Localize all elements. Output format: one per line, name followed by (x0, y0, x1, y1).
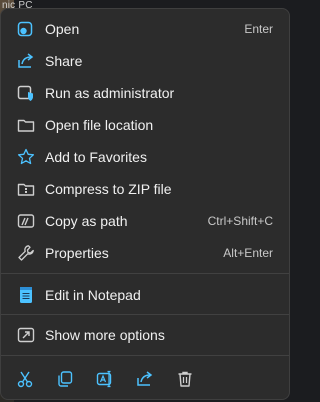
copy-icon (56, 370, 74, 393)
share-button[interactable] (131, 367, 159, 395)
share-icon (136, 370, 154, 393)
menu-item-label: Add to Favorites (45, 149, 147, 165)
delete-button[interactable] (171, 367, 199, 395)
cut-icon (16, 370, 34, 393)
menu-separator (1, 314, 289, 315)
menu-item-label: Run as administrator (45, 85, 175, 101)
menu-item-label: Copy as path (45, 213, 128, 229)
star-icon (17, 148, 35, 166)
menu-item-shortcut: Enter (244, 22, 273, 36)
copy-path-icon (17, 212, 35, 230)
menu-item-label: Properties (45, 245, 109, 261)
menu-item-compress-zip[interactable]: Compress to ZIP file (7, 174, 285, 204)
delete-icon (176, 370, 194, 393)
admin-shield-icon (17, 84, 35, 102)
menu-item-label: Show more options (45, 327, 165, 343)
menu-item-add-to-favorites[interactable]: Add to Favorites (7, 142, 285, 172)
wrench-icon (17, 244, 35, 262)
cut-button[interactable] (11, 367, 39, 395)
menu-item-run-as-admin[interactable]: Run as administrator (7, 78, 285, 108)
menu-separator (1, 355, 289, 356)
rename-icon (96, 370, 114, 393)
menu-item-label: Open file location (45, 117, 154, 133)
menu-item-open-file-location[interactable]: Open file location (7, 110, 285, 140)
menu-item-label: Edit in Notepad (45, 287, 141, 303)
menu-item-label: Share (45, 53, 83, 69)
menu-item-open[interactable]: Open Enter (7, 14, 285, 44)
menu-separator (1, 273, 289, 274)
menu-item-label: Open (45, 21, 80, 37)
zip-folder-icon (17, 180, 35, 198)
context-menu: Open Enter Share Run as administrator Op… (0, 8, 290, 400)
notepad-icon (17, 286, 35, 304)
menu-item-shortcut: Ctrl+Shift+C (207, 214, 273, 228)
rename-button[interactable] (91, 367, 119, 395)
open-app-icon (17, 20, 35, 38)
share-icon (17, 52, 35, 70)
menu-item-shortcut: Alt+Enter (223, 246, 273, 260)
menu-item-edit-in-notepad[interactable]: Edit in Notepad (7, 280, 285, 310)
menu-item-copy-as-path[interactable]: Copy as path Ctrl+Shift+C (7, 206, 285, 236)
copy-button[interactable] (51, 367, 79, 395)
more-options-icon (17, 326, 35, 344)
menu-item-label: Compress to ZIP file (45, 181, 172, 197)
folder-icon (17, 116, 35, 134)
menu-item-share[interactable]: Share (7, 46, 285, 76)
menu-item-properties[interactable]: Properties Alt+Enter (7, 238, 285, 268)
menu-item-show-more-options[interactable]: Show more options (7, 320, 285, 350)
